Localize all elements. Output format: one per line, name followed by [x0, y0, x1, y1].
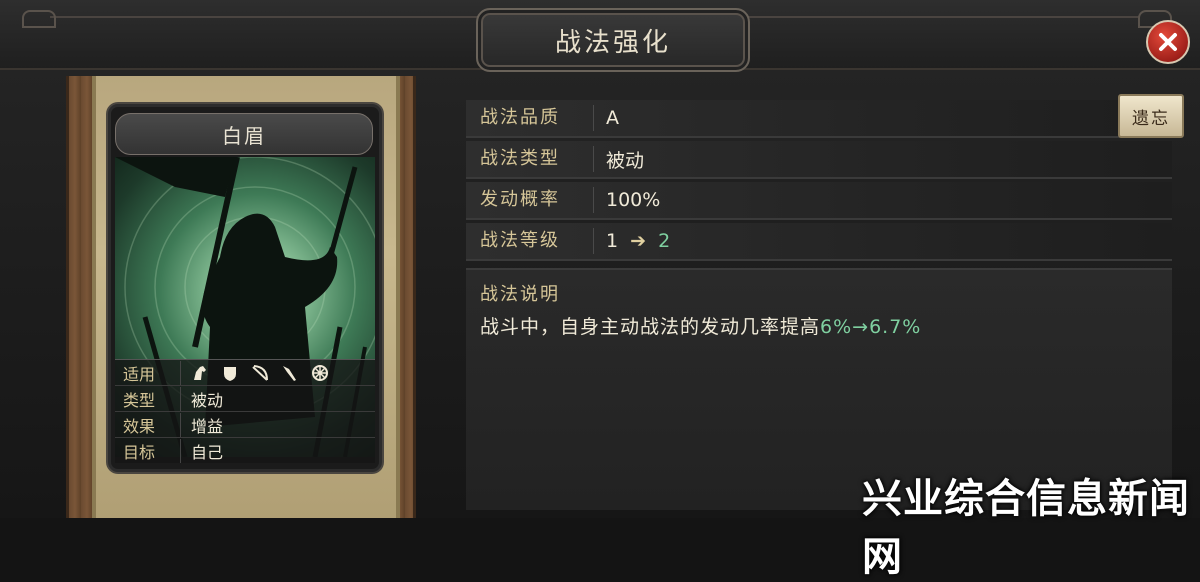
- arrow-right-icon: ➔: [630, 230, 647, 252]
- attr-row-effect: 效果 增益: [115, 411, 375, 437]
- wheel-icon: [311, 364, 329, 382]
- info-row-rate: 发动概率 100%: [466, 182, 1172, 220]
- description-text: 战斗中，自身主动战法的发动几率提高6%→6.7%: [480, 312, 921, 339]
- level-current: 1: [606, 230, 619, 252]
- skill-card: 白眉 适用 类型 被动 效果 增益 目标 自己: [108, 104, 382, 472]
- attr-key: 效果: [115, 412, 181, 437]
- info-label: 战法品质: [466, 105, 594, 131]
- close-icon: [1159, 33, 1177, 51]
- attr-key: 适用: [115, 360, 181, 385]
- attr-key: 目标: [115, 438, 181, 463]
- attr-value: 被动: [191, 390, 224, 410]
- title-plate: 战法强化: [476, 8, 750, 72]
- info-value: 被动: [606, 149, 645, 172]
- troop-type-icons: [181, 364, 329, 382]
- info-value: 100%: [606, 189, 661, 211]
- description-highlight: 6%→6.7%: [820, 316, 922, 338]
- watermark: 兴业综合信息新闻网: [862, 476, 1190, 580]
- shield-icon: [221, 364, 239, 382]
- info-row-level: 战法等级 1 ➔ 2: [466, 223, 1172, 261]
- attr-row-type: 类型 被动: [115, 385, 375, 411]
- attr-row-target: 目标 自己: [115, 437, 375, 463]
- info-label: 发动概率: [466, 187, 594, 213]
- bow-icon: [251, 364, 269, 382]
- info-value: 1 ➔ 2: [594, 230, 670, 252]
- description-body: 战斗中，自身主动战法的发动几率提高: [480, 316, 821, 338]
- cavalry-icon: [191, 364, 209, 382]
- card-attributes: 适用 类型 被动 效果 增益 目标 自己: [115, 359, 375, 463]
- info-row-quality: 战法品质 A: [466, 100, 1172, 138]
- info-row-type: 战法类型 被动: [466, 141, 1172, 179]
- card-name-bar: 白眉: [115, 113, 373, 155]
- attr-row-applicable: 适用: [115, 359, 375, 385]
- info-label: 战法等级: [466, 228, 594, 254]
- card-name: 白眉: [222, 123, 266, 148]
- forget-button[interactable]: 遗忘: [1118, 94, 1184, 138]
- spear-icon: [281, 364, 299, 382]
- info-value: A: [606, 107, 619, 129]
- description-title: 战法说明: [480, 284, 560, 305]
- close-button[interactable]: [1146, 20, 1190, 64]
- attr-value: 增益: [191, 416, 224, 436]
- attr-key: 类型: [115, 386, 181, 411]
- level-next: 2: [658, 230, 671, 252]
- skill-enhance-window: 战法强化 白眉 适用 类型 被动 效果 增益 目标 自己 战法品质 A 战法类型…: [0, 0, 1200, 580]
- corner-ornament: [22, 10, 56, 28]
- info-label: 战法类型: [466, 146, 594, 172]
- attr-value: 自己: [191, 442, 224, 462]
- window-title: 战法强化: [554, 27, 671, 58]
